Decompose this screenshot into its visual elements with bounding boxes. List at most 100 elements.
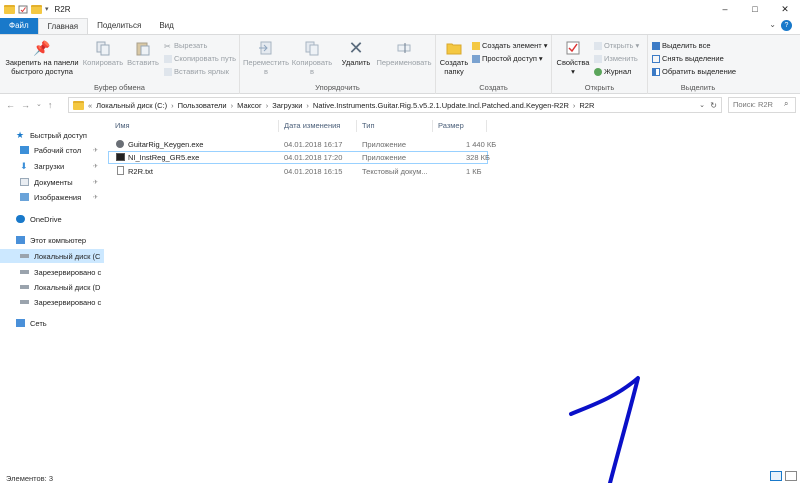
column-type[interactable]: Тип [362,118,375,134]
new-folder-big-icon [445,39,463,57]
open-button[interactable]: Открыть ▾ [594,40,639,51]
crumb-current[interactable]: R2R [579,101,594,110]
delete-button[interactable]: ✕ Удалить [338,39,374,68]
tab-share[interactable]: Поделиться [88,18,150,34]
forward-arrow-icon[interactable]: → [21,100,30,110]
select-all-icon [652,41,660,50]
easy-access-icon [472,54,480,63]
back-arrow-icon[interactable]: ← [6,100,15,110]
new-folder-icon[interactable] [31,4,42,14]
select-all-button[interactable]: Выделить все [652,40,711,51]
chevron-down-icon: ▾ [538,54,543,63]
open-group: Свойства ▾ Открыть ▾ Изменить Журнал Откр… [552,35,648,94]
sidebar-item-reserved-1[interactable]: Зарезервировано с [0,265,104,279]
crumb-user[interactable]: Максог [237,101,262,110]
sidebar-item-downloads[interactable]: ⬇ Загрузки ✈ [0,159,104,173]
window-title: R2R [54,4,71,14]
properties-button[interactable]: Свойства ▾ [554,39,592,76]
tab-file[interactable]: Файл [0,18,38,34]
refresh-icon[interactable]: ↻ [710,101,717,110]
help-icon[interactable]: ? [781,20,792,31]
crumb-separator-icon[interactable]: › [573,101,576,110]
file-list: Имя Дата изменения Тип Размер GuitarRig_… [108,118,800,468]
address-dropdown-icon[interactable]: ⌄ [699,101,705,109]
new-item-button[interactable]: Создать элемент ▾ [472,40,547,51]
pin-icon[interactable]: ✈ [93,194,98,201]
column-date-modified[interactable]: Дата изменения [284,118,340,134]
history-button[interactable]: Журнал [594,66,631,77]
copy-path-button[interactable]: Скопировать путь [164,53,236,64]
large-icons-view-icon[interactable] [785,471,797,481]
pin-icon[interactable]: ✈ [93,163,98,170]
address-bar[interactable]: « Локальный диск (C:) › Пользователи › Мак… [68,97,722,113]
edit-button[interactable]: Изменить [594,53,638,64]
table-row[interactable]: R2R.txt 04.01.2018 16:15 Текстовый докум… [108,165,488,178]
copy-to-button[interactable]: Копировать в [290,39,334,76]
maximize-button[interactable]: □ [740,0,770,18]
properties-icon[interactable] [18,5,28,14]
crumb-downloads[interactable]: Загрузки [272,101,302,110]
paste-button[interactable]: Вставить [124,39,162,68]
sidebar-item-drive-d[interactable]: Локальный диск (D [0,280,104,294]
select-none-button[interactable]: Снять выделение [652,53,724,64]
crumb-separator-icon[interactable]: › [266,101,269,110]
crumb-drive-c[interactable]: Локальный диск (C:) [96,101,167,110]
pin-icon[interactable]: ✈ [93,147,98,154]
minimize-button[interactable]: – [710,0,740,18]
navigation-bar: ← → ⌄ ↑ « Локальный диск (C:) › Пользоват… [0,96,800,114]
column-name[interactable]: Имя [115,118,130,134]
tab-home[interactable]: Главная [37,18,89,34]
customize-quick-access-icon[interactable]: ▾ [45,5,49,13]
table-row[interactable]: NI_InstReg_GR5.exe 04.01.2018 17:20 Прил… [108,151,490,164]
easy-access-button[interactable]: Простой доступ ▾ [472,53,543,64]
recent-locations-icon[interactable]: ⌄ [36,100,42,110]
sidebar-item-this-pc[interactable]: Этот компьютер [0,233,104,247]
pin-quick-access-button[interactable]: 📌 Закрепить на панели быстрого доступа [2,39,82,76]
sidebar-item-pictures[interactable]: Изображения ✈ [0,190,104,204]
pin-icon: 📌 [33,39,51,56]
crumb-separator-icon[interactable]: › [231,101,234,110]
paste-shortcut-button[interactable]: Вставить ярлык [164,66,229,77]
move-to-button[interactable]: Переместить в [243,39,289,76]
close-button[interactable]: ✕ [770,0,800,18]
rename-button[interactable]: Переименовать [374,39,434,68]
copy-button[interactable]: Копировать [82,39,124,68]
search-icon: ⌕ [784,99,789,108]
sidebar-item-drive-c[interactable]: Локальный диск (C [0,249,104,263]
open-icon [594,41,602,50]
file-size: 328 КБ [466,153,490,162]
ribbon-tabs: Файл Главная Поделиться Вид [0,18,800,34]
sidebar-item-reserved-2[interactable]: Зарезервировано с [0,295,104,309]
sidebar-item-quick-access[interactable]: ★ Быстрый доступ [0,128,104,142]
overflow-crumb[interactable]: « [88,101,92,110]
crumb-separator-icon[interactable]: › [306,101,309,110]
pin-icon[interactable]: ✈ [93,179,98,186]
drive-icon [20,270,29,274]
scissors-icon: ✂ [164,41,171,51]
file-name: R2R.txt [128,167,154,176]
details-view-icon[interactable] [770,471,782,481]
crumb-users[interactable]: Пользователи [178,101,227,110]
invert-selection-button[interactable]: Обратить выделение [652,66,736,77]
column-size[interactable]: Размер [438,118,464,134]
sidebar-item-documents[interactable]: Документы ✈ [0,175,104,189]
chevron-down-icon: ▾ [635,41,640,50]
crumb-separator-icon[interactable]: › [171,101,174,110]
cut-button[interactable]: ✂ Вырезать [164,40,207,51]
organize-group-label: Упорядочить [315,83,360,92]
paste-icon [134,39,152,57]
invert-selection-icon [652,67,660,76]
tab-view[interactable]: Вид [150,18,182,34]
pictures-icon [20,193,29,201]
new-folder-button[interactable]: Создать папку [438,39,470,76]
crumb-archive-folder[interactable]: Native.Instruments.Guitar.Rig.5.v5.2.1.U… [313,101,569,110]
up-arrow-icon[interactable]: ↑ [48,100,53,110]
rename-icon [395,39,413,57]
collapse-ribbon-icon[interactable]: ⌄ [769,20,776,29]
computer-icon [16,236,25,244]
table-row[interactable]: GuitarRig_Keygen.exe 04.01.2018 16:17 Пр… [108,138,496,151]
sidebar-item-desktop[interactable]: Рабочий стол ✈ [0,143,104,157]
sidebar-item-onedrive[interactable]: OneDrive [0,212,104,226]
desktop-icon [20,146,29,154]
sidebar-item-network[interactable]: Сеть [0,316,104,330]
